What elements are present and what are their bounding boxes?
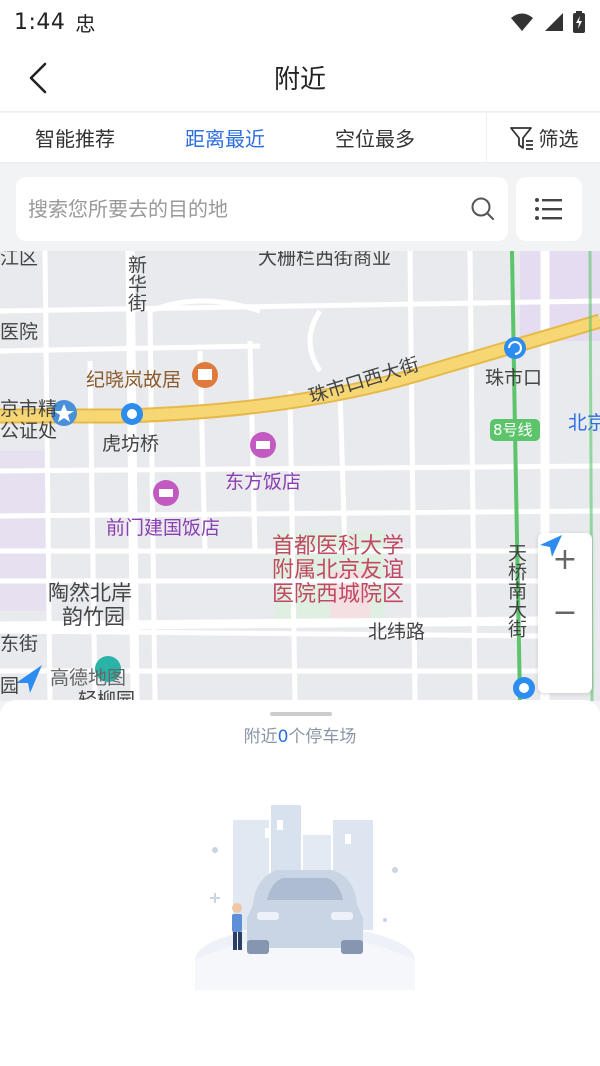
map-label-hospital: 首都医科大学附属北京友谊医院西城院区 xyxy=(272,534,405,607)
list-view-button[interactable] xyxy=(516,177,582,241)
list-icon xyxy=(535,198,562,220)
signal-icon xyxy=(545,13,563,31)
top-bar: 附近 xyxy=(0,44,600,112)
filter-button[interactable]: 筛选 xyxy=(486,112,600,163)
zoom-out-button[interactable]: − xyxy=(538,586,592,639)
map-label-yuan: 医院 xyxy=(0,321,39,343)
map-label-yuan-bottom: 园 xyxy=(0,675,20,697)
map-controls: + − xyxy=(538,533,592,693)
page-title: 附近 xyxy=(273,65,326,95)
search-box xyxy=(16,177,508,241)
map-label-lianyuan: 轻柳园 xyxy=(78,689,136,701)
status-notification-icon: 忠 xyxy=(75,11,96,36)
tab-smart-recommend[interactable]: 智能推荐 xyxy=(0,123,150,152)
sort-tabs: 智能推荐 距离最近 空位最多 筛选 xyxy=(0,112,600,163)
parking-count: 附近0个停车场 xyxy=(0,722,600,747)
map-label-tianqiao: 天桥南大街 xyxy=(505,543,527,638)
location-arrow-icon xyxy=(540,535,562,557)
map-label-qianmen-hotel: 前门建国饭店 xyxy=(106,517,221,539)
map-label-dongjie: 东街 xyxy=(0,633,39,655)
map-label-district: 江区 xyxy=(0,251,39,269)
parking-count-prefix: 附近 xyxy=(243,727,278,747)
map-label-north: 北京 xyxy=(568,412,600,434)
status-icons xyxy=(510,11,586,33)
map-label-line8: 8号线 xyxy=(493,421,533,439)
search-icon[interactable] xyxy=(470,196,496,222)
wifi-icon xyxy=(511,13,533,31)
parking-count-number: 0 xyxy=(277,727,289,747)
results-sheet[interactable]: 附近0个停车场 xyxy=(0,700,600,1066)
map-label-beiwei-road: 北纬路 xyxy=(368,621,426,643)
map-label-zhushikou: 珠市口 xyxy=(485,367,543,389)
map-label-dashilar: 大栅栏西街商业 xyxy=(258,251,392,269)
parking-count-suffix: 个停车场 xyxy=(288,727,357,747)
map-label-xinhua-street: 新华街 xyxy=(125,255,147,312)
locate-button[interactable] xyxy=(538,535,592,692)
status-bar: 1:44 忠 xyxy=(0,0,600,44)
back-button[interactable] xyxy=(18,58,58,98)
search-row xyxy=(0,163,600,251)
map-view[interactable]: 江区 新华街 医院 大栅栏西街商业 纪晓岚故居 珠市口西大街 珠市口 北京 8号… xyxy=(0,251,600,701)
map-label-notary-2: 公证处 xyxy=(0,420,58,442)
battery-icon xyxy=(573,11,585,33)
map-label-ji-xiaolan: 纪晓岚故居 xyxy=(86,369,182,391)
sheet-handle[interactable] xyxy=(270,712,332,716)
empty-state-illustration xyxy=(195,805,415,990)
tab-nearest[interactable]: 距离最近 xyxy=(150,123,300,152)
filter-label: 筛选 xyxy=(538,127,579,151)
back-arrow-icon xyxy=(29,62,47,94)
map-label-hufangqiao: 虎坊桥 xyxy=(102,433,160,455)
map-label-dongfang-hotel: 东方饭店 xyxy=(225,471,302,493)
filter-icon xyxy=(509,126,533,150)
search-input[interactable] xyxy=(28,197,470,221)
map-label-yunzhuyuan: 韵竹园 xyxy=(62,605,125,629)
tab-most-spaces[interactable]: 空位最多 xyxy=(300,123,450,152)
status-time: 1:44 xyxy=(14,9,66,35)
